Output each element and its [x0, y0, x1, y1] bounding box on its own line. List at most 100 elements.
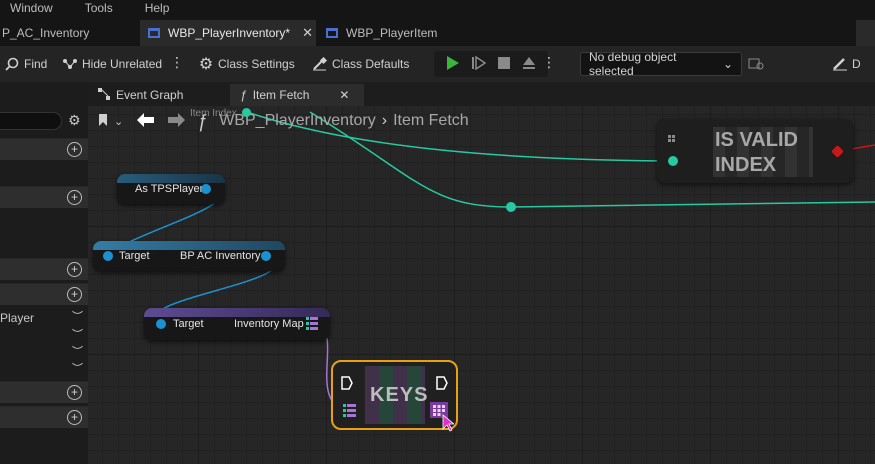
section-event-dispatchers[interactable]: +	[0, 381, 88, 403]
tab-wbp-player-item[interactable]: WBP_PlayerItem	[318, 20, 458, 46]
node-header-glow	[144, 308, 330, 317]
find-label: Find	[24, 57, 48, 71]
step-icon[interactable]	[472, 55, 487, 73]
tab-label: WBP_PlayerItem	[346, 26, 438, 40]
menu-window[interactable]: Window	[10, 1, 53, 15]
mouse-cursor-icon	[442, 414, 456, 435]
target-label: Target	[119, 250, 150, 262]
node-label: As TPSPlayer	[135, 183, 204, 195]
node-as-tps-player[interactable]: As TPSPlayer	[117, 174, 225, 204]
graph-icon	[98, 87, 110, 103]
class-defaults-icon	[312, 56, 328, 72]
tab-label: Event Graph	[116, 88, 184, 102]
item-index-pin[interactable]	[242, 108, 251, 117]
gear-icon: ⚙	[198, 56, 214, 73]
play-controls	[434, 51, 548, 77]
search-icon	[4, 56, 20, 72]
more-options-icon[interactable]: ⋮	[170, 54, 184, 71]
add-icon[interactable]: +	[67, 385, 82, 400]
node-get-bp-ac-inventory[interactable]: Target BP AC Inventory	[93, 241, 285, 271]
pure-function-icon	[668, 134, 678, 148]
variable-player[interactable]: Player	[0, 311, 34, 325]
variable-type-icon: ︶	[72, 329, 83, 341]
add-icon[interactable]: +	[67, 262, 82, 277]
map-pin-icon[interactable]	[306, 317, 318, 333]
hide-unrelated-button[interactable]: Hide Unrelated	[62, 50, 162, 78]
breadcrumb-current: Item Fetch	[393, 112, 469, 129]
debug-select-value: No debug object selected	[589, 50, 677, 78]
overflow-tab[interactable]	[856, 20, 875, 46]
back-arrow-icon[interactable]	[137, 112, 155, 130]
index-input-pin[interactable]	[668, 156, 678, 166]
class-settings-button[interactable]: ⚙ Class Settings	[198, 50, 295, 78]
target-pin[interactable]	[156, 319, 166, 329]
search-input[interactable]	[0, 112, 62, 130]
add-icon[interactable]: +	[67, 410, 82, 425]
exec-out-pin[interactable]	[436, 376, 448, 393]
widget-blueprint-icon	[148, 28, 160, 38]
debug-object-select[interactable]: No debug object selected ⌄	[580, 50, 742, 78]
menu-help[interactable]: Help	[145, 1, 170, 15]
section-functions[interactable]: +	[0, 186, 88, 208]
document-tab-strip: P_AC_Inventory WBP_PlayerInventory* ✕ WB…	[0, 16, 875, 46]
stop-icon[interactable]	[498, 56, 510, 72]
variable-type-icon: ︶	[72, 311, 83, 323]
tab-label: P_AC_Inventory	[2, 26, 90, 40]
add-icon[interactable]: +	[67, 287, 82, 302]
tab-label: WBP_PlayerInventory*	[168, 26, 291, 40]
tab-wbp-player-inventory[interactable]: WBP_PlayerInventory* ✕	[140, 20, 316, 46]
variable-type-icon: ︶	[72, 363, 83, 375]
target-label: Target	[173, 318, 204, 330]
class-settings-label: Class Settings	[218, 57, 295, 71]
breadcrumb: ƒ WBP_PlayerInventory › Item Fetch	[197, 111, 468, 132]
breadcrumb-separator: ›	[381, 112, 388, 129]
exec-in-pin[interactable]	[341, 376, 353, 393]
node-header-glow	[117, 174, 225, 183]
gear-icon[interactable]: ⚙	[68, 112, 81, 129]
graph-header: ⌄ ƒ WBP_PlayerInventory › Item Fetch	[98, 108, 469, 134]
node-is-valid-index[interactable]: IS VALID INDEX	[657, 119, 853, 183]
diff-button[interactable]: D	[832, 50, 861, 78]
graph-tab-strip: Event Graph ƒ Item Fetch ✕	[88, 82, 875, 106]
eject-icon[interactable]	[522, 56, 536, 73]
tab-event-graph[interactable]: Event Graph	[88, 84, 228, 106]
play-icon[interactable]	[446, 55, 460, 74]
find-button[interactable]: Find	[4, 50, 47, 78]
pencil-icon	[832, 56, 848, 72]
bool-output-pin[interactable]	[831, 145, 844, 158]
browse-folder-icon[interactable]	[748, 56, 764, 73]
section-macros[interactable]: +	[0, 258, 88, 280]
node-keys[interactable]: KEYS	[331, 360, 458, 430]
class-defaults-label: Class Defaults	[332, 57, 410, 71]
menu-tools[interactable]: Tools	[85, 1, 113, 15]
target-pin[interactable]	[103, 251, 113, 261]
section-local-variables[interactable]: +	[0, 406, 88, 428]
map-input-pin[interactable]	[343, 404, 357, 420]
add-icon[interactable]: +	[67, 142, 82, 157]
forward-arrow-icon[interactable]	[167, 112, 186, 130]
close-icon[interactable]: ✕	[339, 88, 349, 102]
node-title-line2: INDEX	[715, 154, 777, 176]
output-label: Inventory Map	[234, 318, 304, 330]
play-options-icon[interactable]: ⋮	[542, 54, 556, 71]
keys-title: KEYS	[370, 384, 429, 406]
section-variables[interactable]: +	[0, 283, 88, 305]
function-icon: ƒ	[240, 88, 247, 102]
add-icon[interactable]: +	[67, 190, 82, 205]
bookmark-icon[interactable]	[98, 113, 110, 130]
diff-label: D	[852, 57, 861, 71]
tab-ac-inventory[interactable]: P_AC_Inventory	[0, 20, 138, 46]
output-pin[interactable]	[261, 251, 271, 261]
node-title-line1: IS VALID	[715, 129, 798, 151]
chevron-down-icon[interactable]: ⌄	[114, 115, 123, 128]
widget-blueprint-icon	[326, 28, 338, 38]
output-label: BP AC Inventory	[180, 250, 261, 262]
my-blueprint-panel: ⚙ + + + + Player ︶ ︶ ︶ ︶ + +	[0, 82, 88, 464]
tab-item-fetch[interactable]: ƒ Item Fetch ✕	[230, 84, 364, 106]
output-pin[interactable]	[201, 184, 211, 194]
hide-unrelated-icon	[62, 56, 78, 72]
close-icon[interactable]: ✕	[302, 25, 313, 41]
class-defaults-button[interactable]: Class Defaults	[312, 50, 409, 78]
section-graphs[interactable]: +	[0, 138, 88, 160]
node-get-inventory-map[interactable]: Target Inventory Map	[144, 308, 330, 340]
